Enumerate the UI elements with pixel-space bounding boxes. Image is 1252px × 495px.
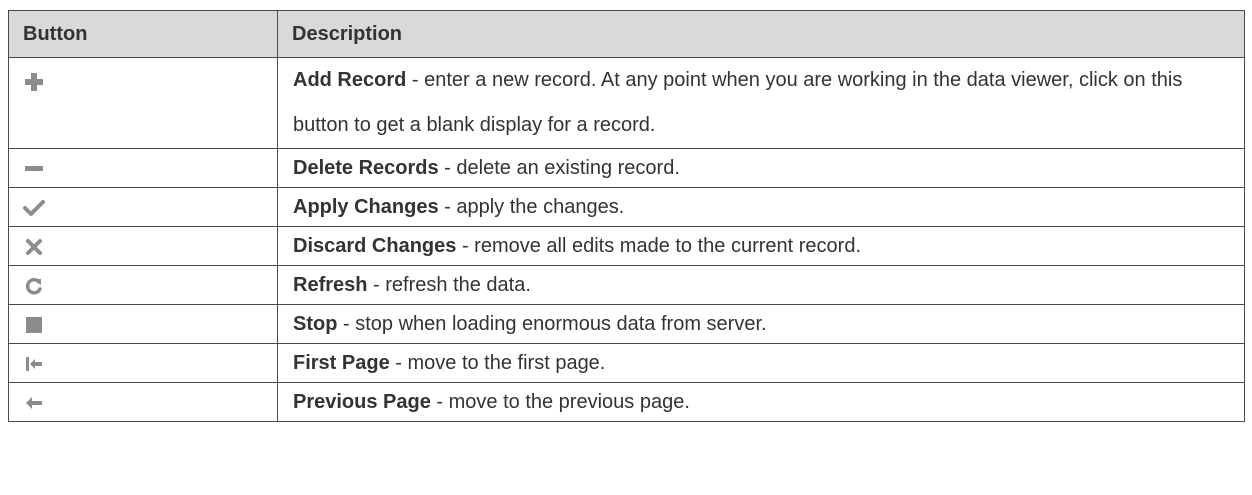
description-cell: Delete Records - delete an existing reco… — [277, 148, 1245, 188]
checkmark-icon — [23, 197, 45, 219]
button-label: First Page — [293, 352, 390, 374]
button-label: Apply Changes — [293, 196, 439, 218]
description-text: remove all edits made to the current rec… — [474, 235, 862, 257]
stop-icon — [23, 314, 45, 336]
table-row: Delete Records - delete an existing reco… — [8, 148, 1245, 188]
button-label: Add Record — [293, 69, 407, 91]
button-description-table: Button Description Add Record - enter a … — [8, 10, 1245, 422]
button-cell — [8, 343, 278, 383]
description-cell: Discard Changes - remove all edits made … — [277, 226, 1245, 266]
table-header-row: Button Description — [8, 10, 1245, 58]
table-row: Apply Changes - apply the changes. — [8, 187, 1245, 227]
description-text: refresh the data. — [385, 274, 531, 296]
button-cell — [8, 187, 278, 227]
button-label: Delete Records — [293, 157, 439, 179]
separator: - — [438, 196, 457, 218]
description-cell: First Page - move to the first page. — [277, 343, 1245, 383]
description-text: delete an existing record. — [456, 157, 680, 179]
separator: - — [367, 274, 386, 296]
previous-page-icon — [23, 392, 45, 414]
table-row: Add Record - enter a new record. At any … — [8, 57, 1245, 149]
separator: - — [456, 235, 475, 257]
description-text: move to the previous page. — [448, 391, 690, 413]
table-row: Discard Changes - remove all edits made … — [8, 226, 1245, 266]
separator: - — [406, 69, 425, 91]
button-cell — [8, 304, 278, 344]
table-row: Stop - stop when loading enormous data f… — [8, 304, 1245, 344]
button-cell — [8, 382, 278, 422]
description-text: stop when loading enormous data from ser… — [355, 313, 767, 335]
description-cell: Previous Page - move to the previous pag… — [277, 382, 1245, 422]
table-row: First Page - move to the first page. — [8, 343, 1245, 383]
button-label: Refresh — [293, 274, 368, 296]
plus-icon — [23, 71, 45, 93]
button-label: Previous Page — [293, 391, 431, 413]
button-cell — [8, 265, 278, 305]
header-button: Button — [8, 10, 278, 58]
table-row: Refresh - refresh the data. — [8, 265, 1245, 305]
description-cell: Stop - stop when loading enormous data f… — [277, 304, 1245, 344]
separator: - — [337, 313, 356, 335]
description-text: move to the first page. — [407, 352, 606, 374]
close-icon — [23, 236, 45, 258]
button-cell — [8, 148, 278, 188]
button-label: Discard Changes — [293, 235, 457, 257]
separator: - — [430, 391, 449, 413]
description-text: enter a new record. At any point when yo… — [293, 69, 1183, 136]
table-row: Previous Page - move to the previous pag… — [8, 382, 1245, 422]
header-description: Description — [277, 10, 1245, 58]
description-text: apply the changes. — [456, 196, 625, 218]
description-cell: Apply Changes - apply the changes. — [277, 187, 1245, 227]
description-cell: Add Record - enter a new record. At any … — [277, 57, 1245, 149]
refresh-icon — [23, 275, 45, 297]
first-page-icon — [23, 353, 45, 375]
button-cell — [8, 226, 278, 266]
button-label: Stop — [293, 313, 338, 335]
description-cell: Refresh - refresh the data. — [277, 265, 1245, 305]
separator: - — [438, 157, 457, 179]
button-cell — [8, 57, 278, 149]
separator: - — [389, 352, 408, 374]
minus-icon — [23, 158, 45, 180]
